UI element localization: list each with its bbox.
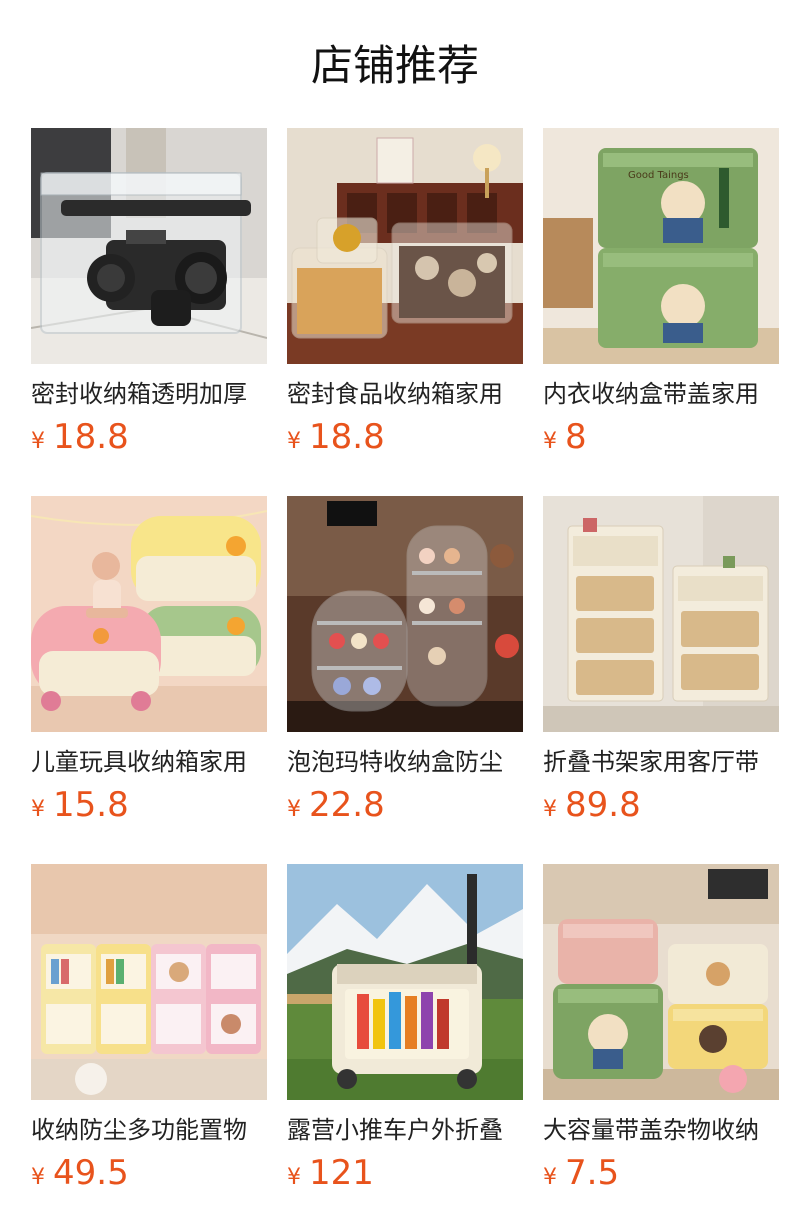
currency-symbol: ¥	[287, 1165, 301, 1190]
product-image[interactable]	[31, 128, 267, 364]
currency-symbol: ¥	[543, 1165, 557, 1190]
product-name[interactable]: 大容量带盖杂物收纳	[543, 1114, 779, 1146]
product-card[interactable]: 露营小推车户外折叠 ¥121	[287, 864, 523, 1232]
product-name[interactable]: 内衣收纳盒带盖家用	[543, 378, 779, 410]
price-value: 22.8	[309, 785, 385, 825]
currency-symbol: ¥	[31, 1165, 45, 1190]
product-image[interactable]	[287, 864, 523, 1100]
product-name[interactable]: 儿童玩具收纳箱家用	[31, 746, 267, 778]
product-image[interactable]	[31, 864, 267, 1100]
product-price: ¥15.8	[31, 783, 129, 827]
product-price: ¥89.8	[543, 783, 641, 827]
currency-symbol: ¥	[543, 429, 557, 454]
price-value: 7.5	[565, 1153, 620, 1193]
product-card[interactable]: 收纳防尘多功能置物 ¥49.5	[31, 864, 267, 1232]
product-price: ¥22.8	[287, 783, 385, 827]
page-title: 店铺推荐	[310, 41, 479, 90]
product-grid: 密封收纳箱透明加厚 ¥18.8 密封食品收纳箱家用 ¥ 18.8 Good Ta…	[31, 128, 779, 1232]
currency-symbol: ¥	[31, 797, 45, 822]
product-price: ¥7.5	[543, 1151, 619, 1195]
product-name[interactable]: 折叠书架家用客厅带	[543, 746, 779, 778]
product-price: ¥121	[287, 1151, 374, 1195]
currency-symbol: ¥	[287, 429, 301, 454]
product-image[interactable]: Good Taings	[543, 128, 779, 364]
product-card[interactable]: 密封食品收纳箱家用 ¥18.8	[287, 128, 523, 496]
svg-text:Good Taings: Good Taings	[628, 170, 689, 181]
product-card[interactable]: 儿童玩具收纳箱家用 ¥15.8	[31, 496, 267, 864]
product-card[interactable]: 密封收纳箱透明加厚 ¥18.8	[31, 128, 267, 496]
product-name[interactable]: 密封食品收纳箱家用	[287, 378, 523, 410]
price-value: 121	[309, 1153, 374, 1193]
price-value: 18.8	[53, 417, 129, 457]
product-name[interactable]: 收纳防尘多功能置物	[31, 1114, 267, 1146]
product-image[interactable]	[287, 496, 523, 732]
currency-symbol: ¥	[287, 797, 301, 822]
price-value: 18.8	[309, 417, 385, 457]
product-image[interactable]	[543, 496, 779, 732]
price-value: 49.5	[53, 1153, 129, 1193]
product-card[interactable]: 折叠书架家用客厅带 ¥89.8	[543, 496, 779, 864]
product-price: ¥49.5	[31, 1151, 129, 1195]
product-card[interactable]: 泡泡玛特收纳盒防尘 ¥22.8	[287, 496, 523, 864]
product-image[interactable]	[287, 128, 523, 364]
price-value: 89.8	[565, 785, 641, 825]
price-value: 15.8	[53, 785, 129, 825]
product-name[interactable]: 密封收纳箱透明加厚	[31, 378, 267, 410]
product-name[interactable]: 露营小推车户外折叠	[287, 1114, 523, 1146]
product-image[interactable]	[543, 864, 779, 1100]
product-image[interactable]	[31, 496, 267, 732]
product-price: ¥8	[543, 415, 587, 459]
product-card[interactable]: 大容量带盖杂物收纳 ¥7.5	[543, 864, 779, 1232]
product-price: ¥18.8	[31, 415, 129, 459]
product-card[interactable]: Good Taings 内衣收纳盒带盖家用 ¥8	[543, 128, 779, 496]
currency-symbol: ¥	[543, 797, 557, 822]
product-price: ¥18.8	[287, 415, 385, 459]
currency-symbol: ¥	[31, 429, 45, 454]
price-value: 8	[565, 417, 587, 457]
product-name[interactable]: 泡泡玛特收纳盒防尘	[287, 746, 523, 778]
